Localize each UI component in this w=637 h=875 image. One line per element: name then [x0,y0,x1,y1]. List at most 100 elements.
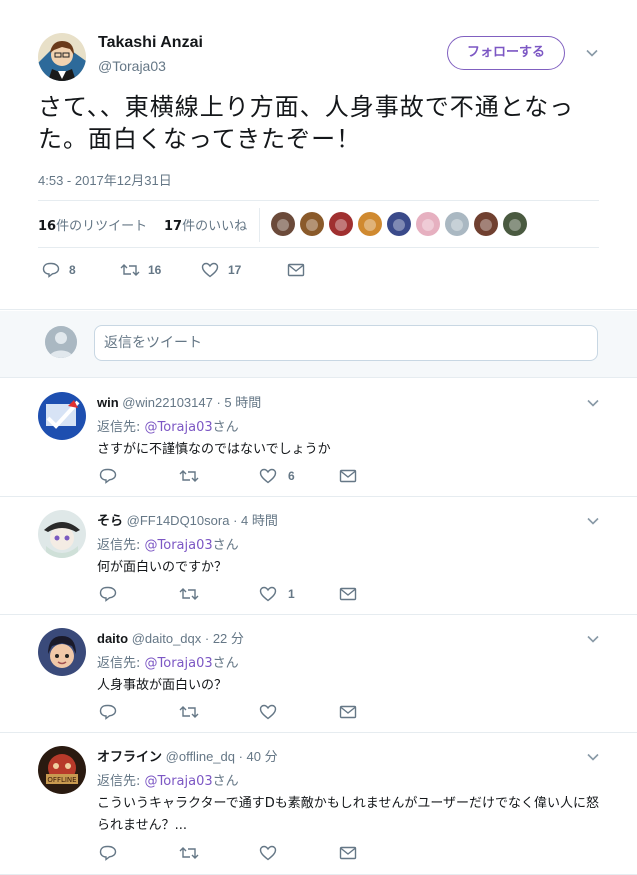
reply-time[interactable]: · 5 時間 [216,395,261,410]
reply-to: 返信先: @Toraja03さん [97,534,239,553]
reply-actions [99,704,357,720]
reply-to-handle[interactable]: @Toraja03 [145,538,213,553]
dm-action[interactable] [339,846,357,860]
reply-avatar[interactable]: OFFLINE [38,746,86,794]
reply-time[interactable]: · 40 分 [239,749,278,764]
reply-action[interactable] [99,586,179,602]
user-avatar [45,326,77,358]
reply-input[interactable]: 返信をツイート [94,325,598,361]
like-action[interactable]: 1 [259,586,339,602]
retweet-icon [120,262,140,278]
dm-action[interactable] [339,705,357,719]
author-avatar[interactable] [38,33,86,81]
heart-icon [259,845,277,861]
reply-to-handle[interactable]: @Toraja03 [145,656,213,671]
retweet-action[interactable] [179,704,259,720]
reply-author-name[interactable]: そら [97,513,123,528]
retweet-action[interactable] [179,845,259,861]
envelope-icon [287,263,305,277]
like-stat[interactable]: 17件のいいね [164,215,247,234]
reply-author-handle[interactable]: @win22103147 [122,395,213,410]
reply-time[interactable]: · 4 時間 [233,513,278,528]
liker-avatar[interactable] [474,212,498,236]
chevron-down-icon[interactable] [586,396,600,410]
heart-icon [259,468,277,484]
reply-tweet[interactable]: そら @FF14DQ10sora · 4 時間 返信先: @Toraja03さん何… [0,497,637,615]
reply-action[interactable] [99,704,179,720]
follow-button[interactable]: フォローする [447,36,565,70]
liker-avatar[interactable] [445,212,469,236]
author-name[interactable]: Takashi Anzai [98,34,203,52]
reply-icon [42,262,60,278]
envelope-icon [339,469,357,483]
like-action[interactable] [259,704,339,720]
reply-tweet[interactable]: daito @daito_dqx · 22 分返信先: @Toraja03さん人… [0,615,637,733]
reply-author-name[interactable]: daito [97,631,128,646]
author-handle[interactable]: @Toraja03 [98,58,166,74]
retweet-icon [179,468,199,484]
liker-avatar[interactable] [300,212,324,236]
reply-to: 返信先: @Toraja03さん [97,652,239,671]
like-stat-count: 17 [164,219,183,234]
reply-to-prefix: 返信先: [97,420,141,435]
reply-action[interactable] [99,845,179,861]
reply-header: daito @daito_dqx · 22 分 [97,628,244,647]
reply-author-handle[interactable]: @offline_dq [166,749,235,764]
reply-tweet[interactable]: OFFLINE オフライン @offline_dq · 40 分返信先: @Tor… [0,733,637,875]
retweet-action[interactable] [179,586,259,602]
retweet-action[interactable]: 16 [120,262,201,278]
reply-actions: 6 [99,468,357,484]
like-stat-label: 件のいいね [182,219,248,234]
envelope-icon [339,846,357,860]
heart-icon [259,704,277,720]
like-action[interactable]: 6 [259,468,339,484]
reply-author-handle[interactable]: @FF14DQ10sora [127,513,230,528]
reply-text: 人身事故が面白いの？ [97,678,228,693]
chevron-down-icon[interactable] [586,632,600,646]
reply-avatar[interactable] [38,392,86,440]
reply-author-name[interactable]: オフライン [97,749,162,764]
reply-avatar[interactable] [38,628,86,676]
liker-avatar[interactable] [271,212,295,236]
chevron-down-icon[interactable] [586,750,600,764]
like-action[interactable] [259,845,339,861]
liker-avatar[interactable] [503,212,527,236]
retweet-icon [179,845,199,861]
chevron-down-icon[interactable] [586,514,600,528]
tweet-text: さて、、東横線上り方面、人身事故で不通となった。面白くなってきたぞー！ [38,93,575,153]
reply-to-suffix: さん [212,656,239,671]
tweet-stats: 16件のリツイート 17件のいいね [38,200,599,248]
reply-time[interactable]: · 22 分 [205,631,244,646]
dm-action[interactable] [339,469,357,483]
reply-icon [99,704,117,720]
retweet-stat-label: 件のリツイート [56,219,148,234]
envelope-icon [339,705,357,719]
reply-author-name[interactable]: win [97,395,119,410]
reply-avatar[interactable] [38,510,86,558]
tweet-timestamp[interactable]: 4:53 - 2017年12月31日 [38,170,172,189]
reply-to-handle[interactable]: @Toraja03 [145,420,213,435]
liker-avatar[interactable] [358,212,382,236]
like-action[interactable]: 17 [201,262,287,278]
chevron-down-icon[interactable] [585,46,599,60]
reply-to-prefix: 返信先: [97,774,141,789]
liker-avatar[interactable] [329,212,353,236]
dm-action[interactable] [287,263,305,277]
reply-count: 8 [69,263,76,277]
reply-to-handle[interactable]: @Toraja03 [145,774,213,789]
reply-action[interactable]: 8 [42,262,120,278]
retweet-stat[interactable]: 16件のリツイート [38,215,147,234]
retweet-action[interactable] [179,468,259,484]
svg-text:OFFLINE: OFFLINE [47,776,76,784]
envelope-icon [339,587,357,601]
dm-action[interactable] [339,587,357,601]
reply-author-handle[interactable]: @daito_dqx [132,631,202,646]
like-count: 1 [288,587,295,601]
liker-avatar[interactable] [416,212,440,236]
reply-tweet[interactable]: win @win22103147 · 5 時間 返信先: @Toraja03さんさ… [0,379,637,497]
retweet-count: 16 [148,263,162,277]
reply-to-prefix: 返信先: [97,538,141,553]
liker-avatar[interactable] [387,212,411,236]
reply-action[interactable] [99,468,179,484]
like-count: 17 [228,263,242,277]
